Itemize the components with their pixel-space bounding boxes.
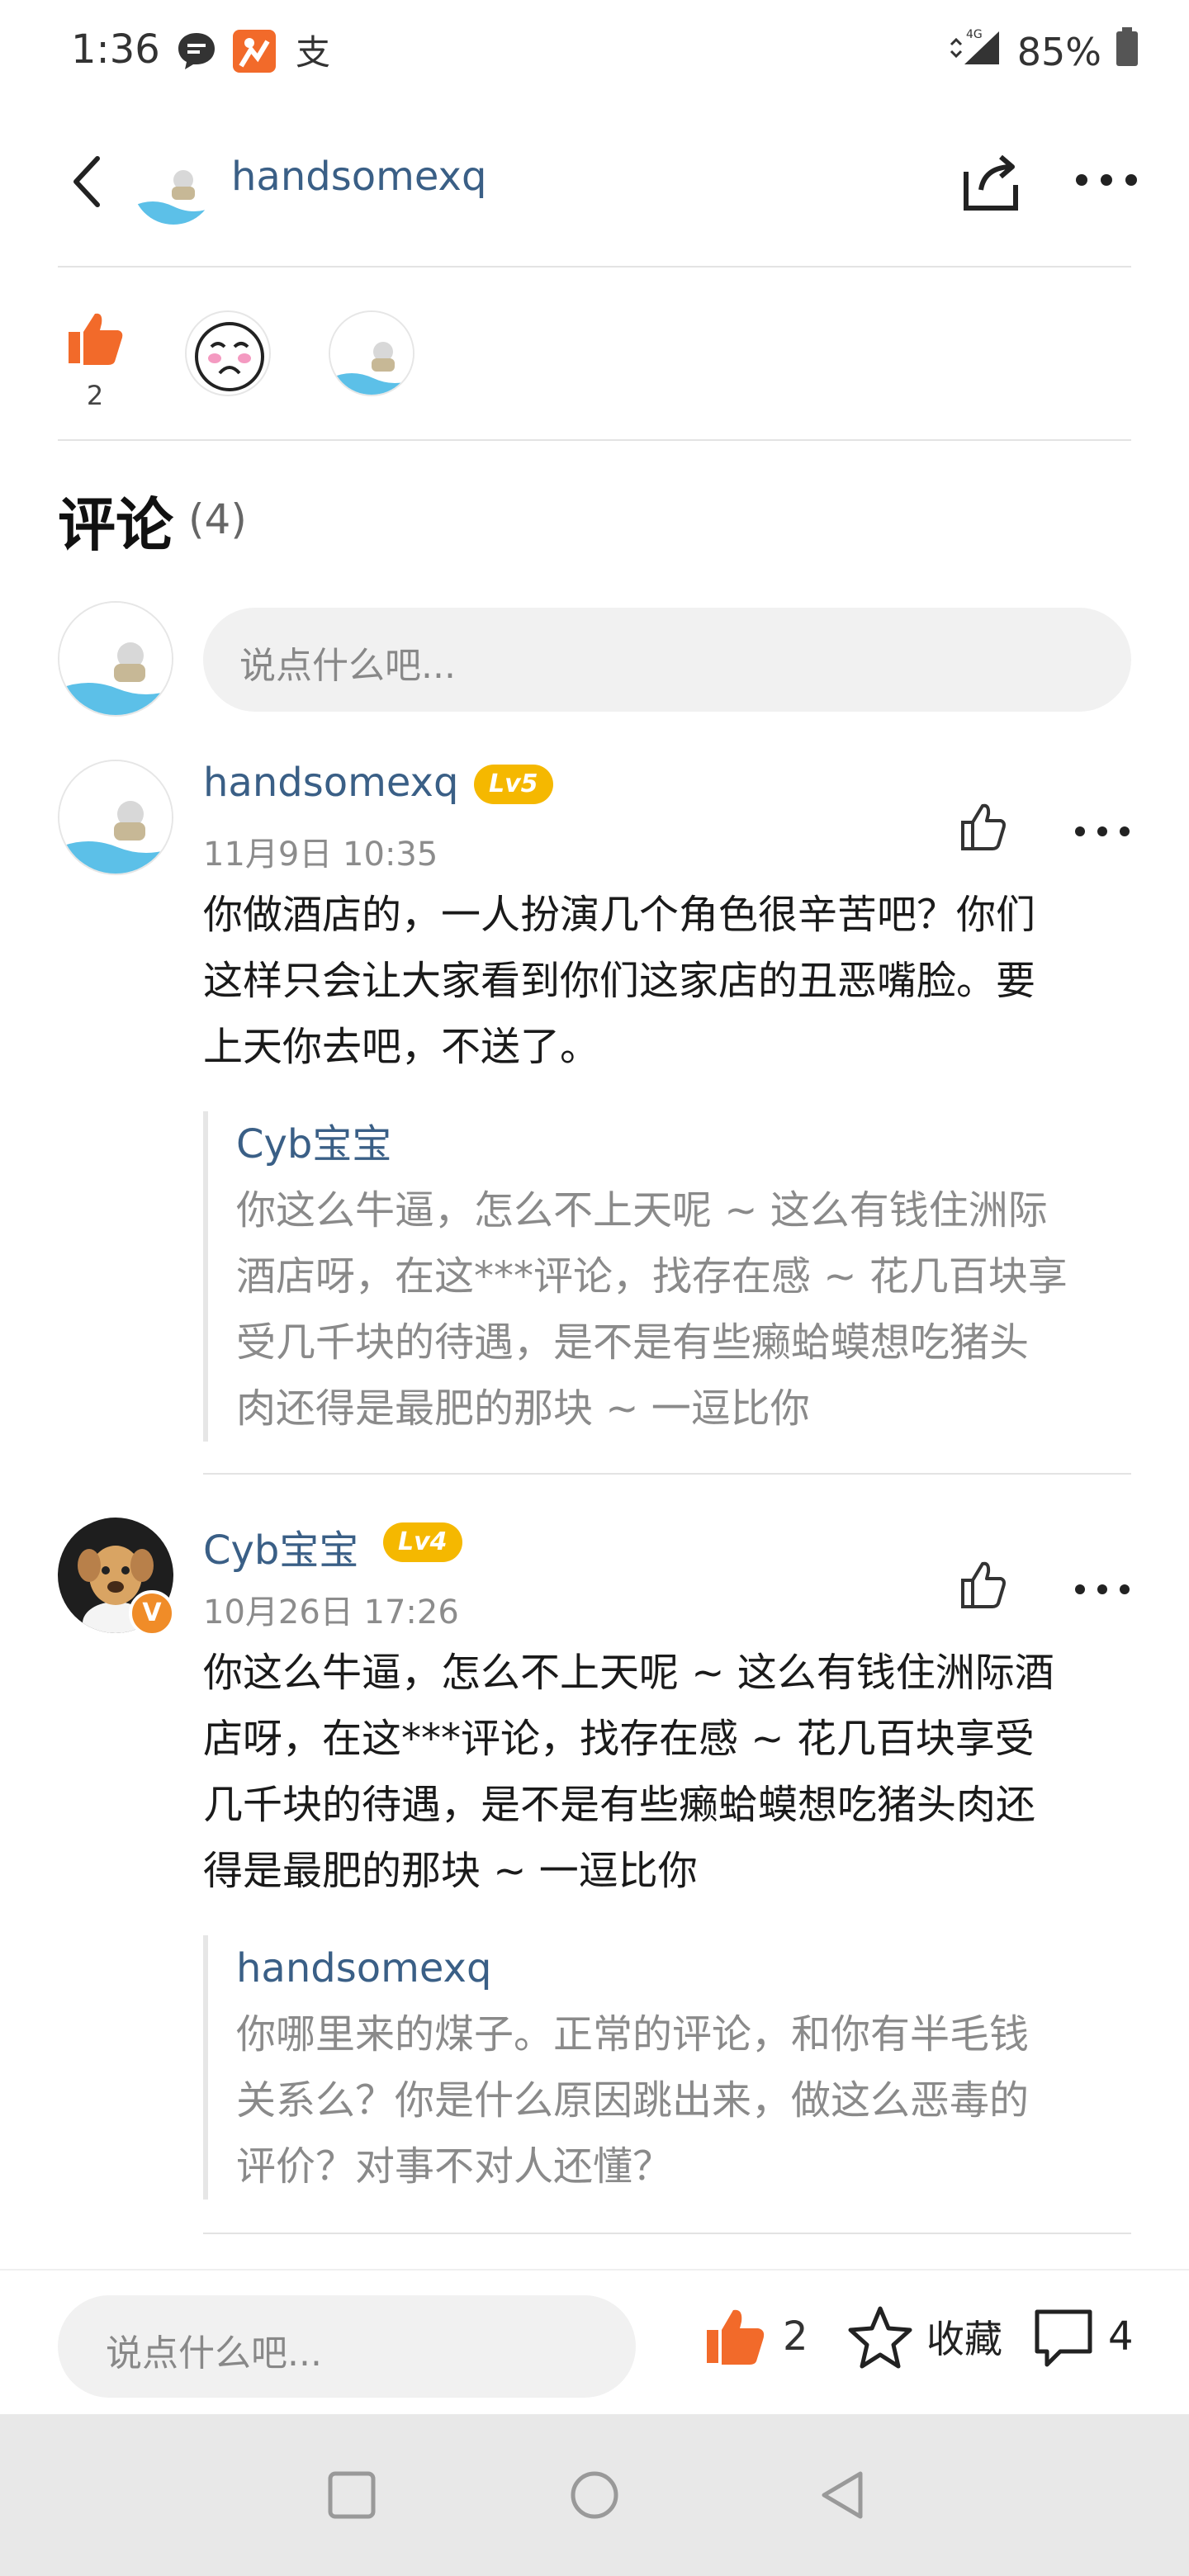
bottom-action-bar: 说点什么吧... 2 收藏 4: [0, 2269, 1189, 2414]
share-button[interactable]: [950, 139, 1032, 221]
comment-divider: [203, 2233, 1131, 2234]
square-icon: [328, 2471, 376, 2519]
liker-avatar[interactable]: [185, 310, 271, 396]
message-icon: [175, 30, 218, 73]
level-badge: Lv4: [383, 1522, 462, 1562]
quoted-reply[interactable]: Cyb宝宝 你这么牛逼，怎么不上天呢 ~ 这么有钱住洲际 酒店呀，在这***评论…: [203, 1111, 1131, 1442]
back-arrow-icon: [73, 156, 100, 207]
more-icon: [1075, 826, 1130, 836]
app-orange-icon: [233, 30, 276, 73]
comment-author[interactable]: Cyb宝宝: [203, 1518, 358, 1575]
thumbs-up-outline-icon: [961, 803, 1006, 850]
favorite-button[interactable]: 收藏: [847, 2304, 1002, 2370]
share-icon: [964, 154, 1018, 211]
bottom-like-count: 2: [783, 2313, 808, 2360]
quoted-reply[interactable]: handsomexq 你哪里来的煤子。正常的评论，和你有半毛钱 关系么？你是什么…: [203, 1935, 1131, 2200]
likes-divider: [58, 439, 1131, 441]
svg-text:支: 支: [296, 32, 330, 73]
comment-like-button[interactable]: [941, 1546, 1024, 1628]
comment-input[interactable]: 说点什么吧...: [203, 608, 1131, 712]
my-avatar[interactable]: [58, 601, 173, 717]
comment-more-button[interactable]: [1065, 794, 1139, 869]
svg-text:4G: 4G: [966, 28, 983, 41]
comment-divider: [203, 1473, 1131, 1475]
liker-avatar[interactable]: [329, 310, 414, 396]
more-icon: [1076, 174, 1137, 186]
comment-bubble-icon: [1035, 2309, 1092, 2367]
comment-text: 你这么牛逼，怎么不上天呢 ~ 这么有钱住洲际酒 店呀，在这***评论，找存在感 …: [203, 1650, 1054, 1894]
bottom-like-button[interactable]: 2: [702, 2304, 808, 2370]
comment-like-button[interactable]: [941, 788, 1024, 870]
back-nav-button[interactable]: [809, 2462, 875, 2528]
level-badge: Lv5: [474, 765, 553, 804]
system-nav-bar: [0, 2414, 1189, 2576]
comment-time: 10月26日 17:26: [203, 1593, 459, 1631]
back-button[interactable]: [50, 140, 132, 223]
status-right: 4G 85%: [948, 26, 1139, 77]
header: handsomexq: [0, 124, 1189, 264]
comment-time: 11月9日 10:35: [203, 836, 438, 874]
header-divider: [58, 266, 1131, 268]
comment-more-button[interactable]: [1065, 1552, 1139, 1627]
bottom-comment-input[interactable]: 说点什么吧...: [58, 2295, 636, 2398]
reply-author[interactable]: handsomexq: [236, 1935, 1131, 2001]
favorite-label: 收藏: [926, 2317, 1002, 2361]
status-time: 1:36: [71, 26, 160, 73]
bottom-comment-count: 4: [1108, 2313, 1134, 2360]
comment-author[interactable]: handsomexq: [203, 760, 458, 806]
comment-count-button[interactable]: 4: [1032, 2304, 1134, 2370]
header-avatar[interactable]: [132, 142, 215, 225]
thumbs-up-outline-icon: [961, 1561, 1006, 1608]
header-username[interactable]: handsomexq: [231, 154, 486, 200]
comments-title: 评论: [58, 491, 173, 559]
thumbs-up-icon: [707, 2309, 765, 2365]
alipay-icon: 支: [294, 30, 337, 73]
comments-count: (4): [188, 495, 247, 543]
status-bar: 1:36 支 4G 85%: [0, 0, 1189, 107]
likes-row: 2: [0, 289, 1189, 429]
reply-author[interactable]: Cyb宝宝: [236, 1111, 1131, 1177]
crying-face-avatar: [195, 322, 264, 391]
circle-icon: [571, 2471, 618, 2519]
more-icon: [1075, 1584, 1130, 1594]
home-button[interactable]: [561, 2462, 628, 2528]
thumbs-up-icon: [69, 313, 123, 365]
signal-icon: 4G: [948, 26, 1004, 77]
star-icon: [848, 2306, 912, 2369]
post-like-button[interactable]: 2: [58, 305, 132, 411]
more-button[interactable]: [1065, 139, 1148, 221]
triangle-back-icon: [822, 2471, 863, 2519]
comment-avatar[interactable]: [58, 760, 173, 875]
comment-text: 你做酒店的，一人扮演几个角色很辛苦吧？你们 这样只会让大家看到你们这家店的丑恶嘴…: [203, 892, 1036, 1070]
battery-level: 85%: [1016, 29, 1101, 74]
battery-icon: [1115, 27, 1139, 76]
post-like-count: 2: [86, 380, 104, 411]
reply-text: 你哪里来的煤子。正常的评论，和你有半毛钱 关系么？你是什么原因跳出来，做这么恶毒…: [236, 2011, 1030, 2190]
verified-badge: V: [129, 1590, 175, 1636]
reply-text: 你这么牛逼，怎么不上天呢 ~ 这么有钱住洲际 酒店呀，在这***评论，找存在感 …: [236, 1187, 1068, 1432]
recents-button[interactable]: [319, 2462, 385, 2528]
